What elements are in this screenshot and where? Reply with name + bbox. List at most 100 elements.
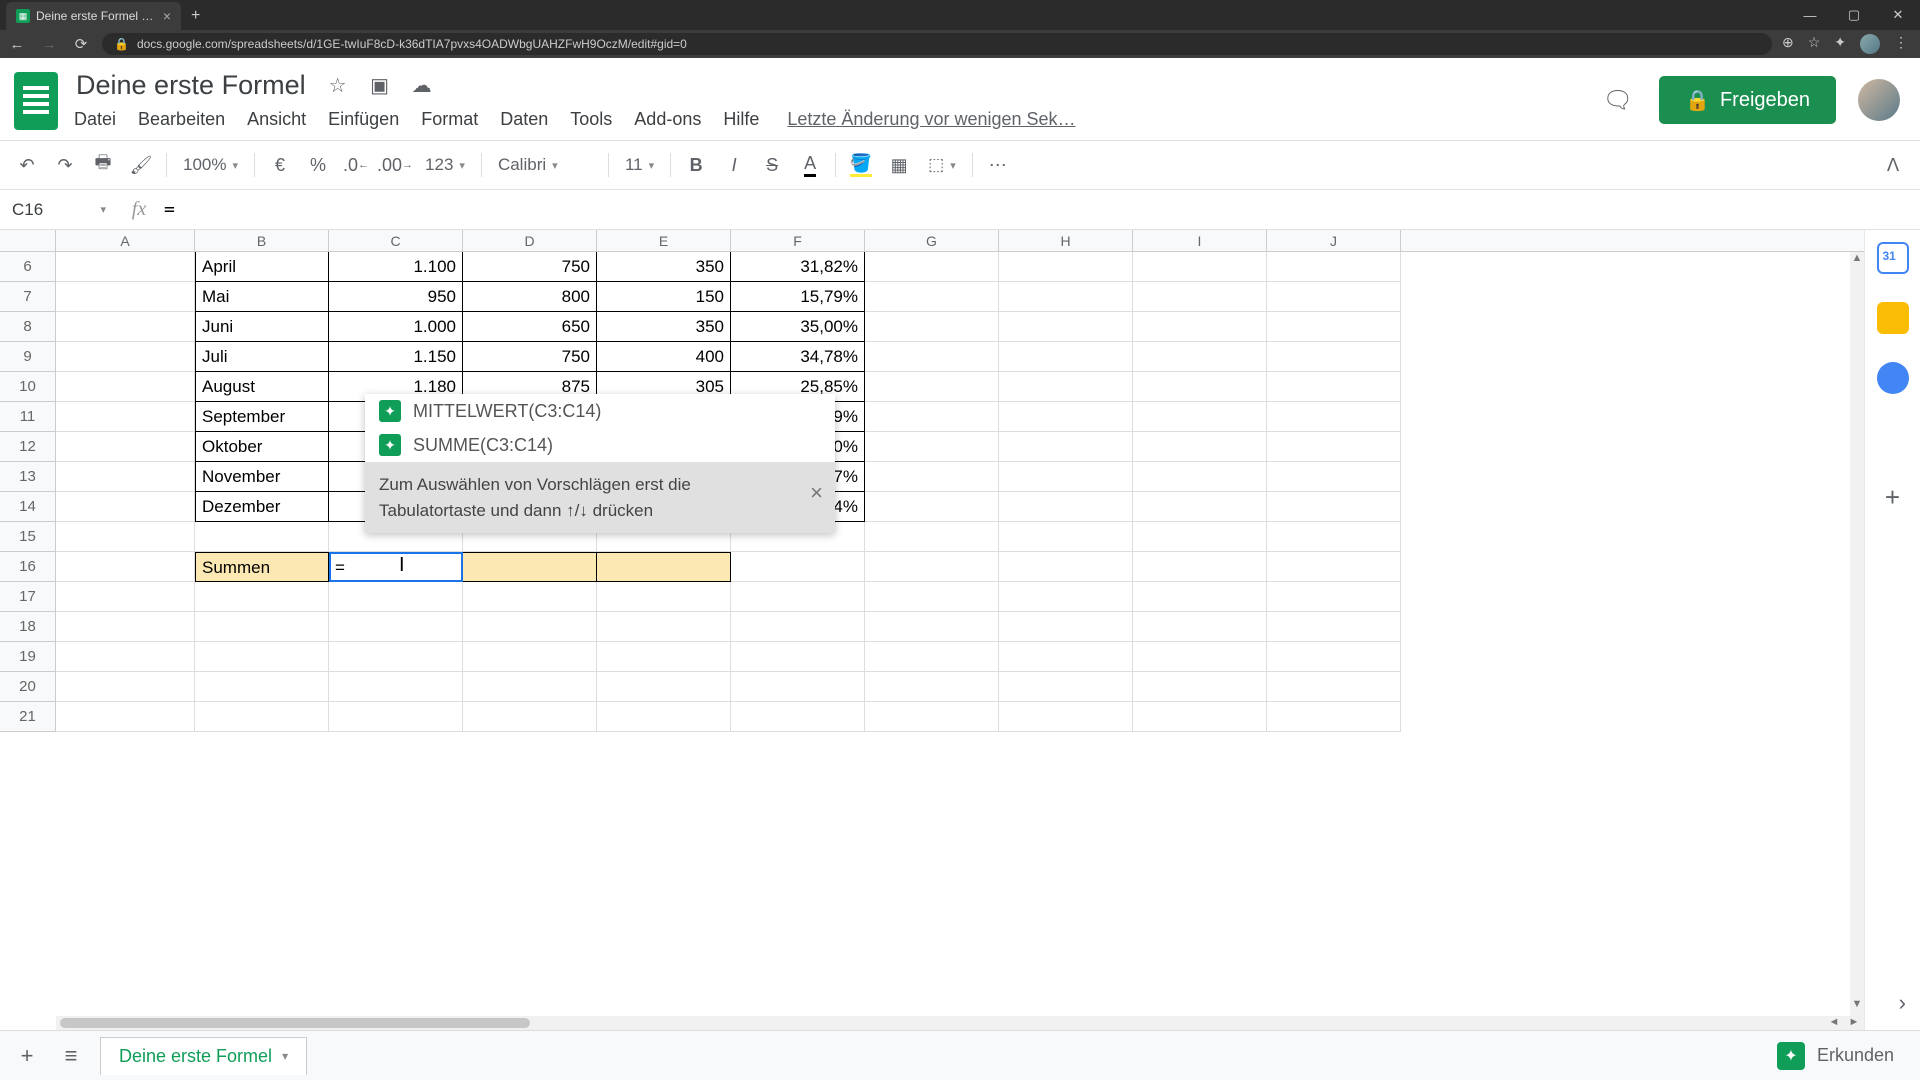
cell[interactable] <box>1267 582 1401 612</box>
cell[interactable] <box>56 582 195 612</box>
cell[interactable] <box>865 702 999 732</box>
cell[interactable] <box>1133 552 1267 582</box>
cell[interactable] <box>865 342 999 372</box>
cell[interactable] <box>865 522 999 552</box>
cell[interactable] <box>999 702 1133 732</box>
grid[interactable]: ABCDEFGHIJ 6789101112131415161718192021 … <box>0 230 1864 1030</box>
cell[interactable]: November <box>195 462 329 492</box>
window-minimize-icon[interactable]: — <box>1788 0 1832 30</box>
row-header[interactable]: 9 <box>0 342 55 372</box>
cell[interactable] <box>865 462 999 492</box>
cell[interactable] <box>1133 432 1267 462</box>
cell[interactable]: Juni <box>195 312 329 342</box>
window-maximize-icon[interactable]: ▢ <box>1832 0 1876 30</box>
add-sheet-icon[interactable]: + <box>12 1043 42 1069</box>
suggestion-item[interactable]: ✦ MITTELWERT(C3:C14) <box>365 394 835 428</box>
strikethrough-icon[interactable]: S <box>755 148 789 182</box>
cell[interactable]: 800 <box>463 282 597 312</box>
cell[interactable] <box>1267 612 1401 642</box>
cell[interactable] <box>56 702 195 732</box>
nav-reload-icon[interactable]: ⟳ <box>70 35 92 53</box>
col-header[interactable]: D <box>463 230 597 251</box>
cell[interactable] <box>1267 522 1401 552</box>
profile-avatar-icon[interactable] <box>1860 34 1880 54</box>
chevron-down-icon[interactable]: ▾ <box>282 1049 288 1063</box>
cell[interactable] <box>999 522 1133 552</box>
currency-icon[interactable]: € <box>263 148 297 182</box>
cell[interactable] <box>999 672 1133 702</box>
merge-cells-icon[interactable]: ⬚▾ <box>920 155 964 175</box>
nav-forward-icon[interactable]: → <box>38 36 60 53</box>
redo-icon[interactable]: ↷ <box>48 148 82 182</box>
menu-format[interactable]: Format <box>421 109 478 130</box>
cell[interactable] <box>1133 252 1267 282</box>
cell[interactable] <box>1267 672 1401 702</box>
row-header[interactable]: 14 <box>0 492 55 522</box>
cell[interactable]: = <box>329 552 463 582</box>
calendar-app-icon[interactable] <box>1877 242 1909 274</box>
cell[interactable] <box>56 552 195 582</box>
cell[interactable] <box>56 282 195 312</box>
scroll-down-icon[interactable]: ▼ <box>1850 998 1864 1016</box>
cell[interactable]: April <box>195 252 329 282</box>
cell[interactable] <box>1267 402 1401 432</box>
cell[interactable] <box>597 672 731 702</box>
add-on-plus-icon[interactable]: + <box>1885 482 1900 513</box>
extensions-icon[interactable]: ✦ <box>1834 34 1846 54</box>
explore-button[interactable]: ✦ Erkunden <box>1777 1042 1908 1070</box>
cell[interactable]: 35,00% <box>731 312 865 342</box>
star-icon[interactable]: ☆ <box>1808 34 1821 54</box>
cell[interactable] <box>597 702 731 732</box>
cell[interactable] <box>999 642 1133 672</box>
cell[interactable] <box>1267 282 1401 312</box>
cell[interactable] <box>1133 402 1267 432</box>
paint-format-icon[interactable]: 🖌 <box>124 148 158 182</box>
last-edit-label[interactable]: Letzte Änderung vor wenigen Sek… <box>787 109 1075 130</box>
collapse-toolbar-icon[interactable]: ᐱ <box>1876 148 1910 182</box>
cell[interactable]: 1.100 <box>329 252 463 282</box>
cell[interactable] <box>1267 462 1401 492</box>
h-scroll-thumb[interactable] <box>60 1018 530 1028</box>
cell[interactable] <box>865 642 999 672</box>
menu-icon[interactable]: ⋮ <box>1894 34 1908 54</box>
cell[interactable] <box>56 492 195 522</box>
cell[interactable] <box>463 582 597 612</box>
cell[interactable] <box>56 672 195 702</box>
account-avatar-icon[interactable] <box>1858 79 1900 121</box>
cell[interactable] <box>865 312 999 342</box>
select-all-corner[interactable] <box>0 230 56 251</box>
menu-tools[interactable]: Tools <box>570 109 612 130</box>
cell[interactable] <box>1133 672 1267 702</box>
scroll-up-icon[interactable]: ▲ <box>1850 252 1864 270</box>
close-icon[interactable]: × <box>810 476 823 509</box>
cell[interactable] <box>999 372 1133 402</box>
cell[interactable] <box>56 342 195 372</box>
suggestion-item[interactable]: ✦ SUMME(C3:C14) <box>365 428 835 462</box>
cell[interactable] <box>731 672 865 702</box>
h-scrollbar[interactable]: ◄► <box>56 1016 1864 1030</box>
cell[interactable] <box>329 612 463 642</box>
cell[interactable] <box>1133 492 1267 522</box>
cell[interactable] <box>1267 552 1401 582</box>
cell[interactable] <box>1267 312 1401 342</box>
cell[interactable] <box>195 522 329 552</box>
cell[interactable] <box>865 582 999 612</box>
more-icon[interactable]: ⋯ <box>981 148 1015 182</box>
cell[interactable] <box>1133 522 1267 552</box>
cell[interactable]: 1.000 <box>329 312 463 342</box>
bold-icon[interactable]: B <box>679 148 713 182</box>
cell[interactable]: Oktober <box>195 432 329 462</box>
menu-bearbeiten[interactable]: Bearbeiten <box>138 109 225 130</box>
cell[interactable] <box>463 672 597 702</box>
side-collapse-icon[interactable]: › <box>1899 990 1906 1016</box>
cell[interactable] <box>731 612 865 642</box>
cell[interactable]: 31,82% <box>731 252 865 282</box>
cell[interactable] <box>865 252 999 282</box>
cell[interactable] <box>731 642 865 672</box>
cell[interactable] <box>597 582 731 612</box>
row-header[interactable]: 20 <box>0 672 55 702</box>
cell[interactable]: 750 <box>463 342 597 372</box>
cell[interactable] <box>56 372 195 402</box>
cell[interactable] <box>329 582 463 612</box>
cell[interactable]: 1.150 <box>329 342 463 372</box>
